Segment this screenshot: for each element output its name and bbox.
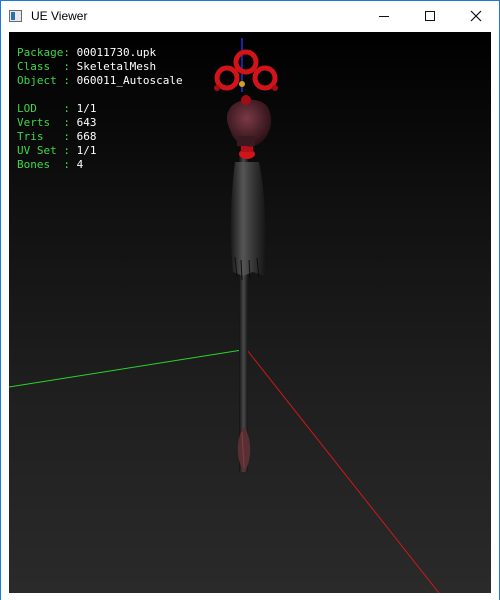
maximize-button[interactable] (407, 1, 453, 31)
mesh-info-key: Object : (17, 74, 77, 87)
mesh-info-value: 4 (76, 158, 84, 171)
mesh-info-value: 1/1 (76, 102, 97, 115)
close-icon (470, 10, 482, 22)
minimize-button[interactable] (361, 1, 407, 31)
mesh-info-row: Class : SkeletalMesh (17, 60, 183, 74)
mesh-info-overlay: Package: 00011730.upk Class : SkeletalMes… (17, 46, 183, 172)
minimize-icon (379, 15, 389, 17)
mesh-info-row: UV Set : 1/1 (17, 144, 183, 158)
staff-bristles (230, 162, 266, 276)
mesh-info-value: SkeletalMesh (76, 60, 157, 73)
mesh-info-value: 00011730.upk (76, 46, 157, 59)
mesh-info-key: Bones : (17, 158, 77, 171)
mesh-info-key: LOD : (17, 102, 77, 115)
mesh-info-key: Class : (17, 60, 77, 73)
maximize-icon (425, 11, 435, 21)
mesh-info-key: UV Set : (17, 144, 77, 157)
ue-viewer-window: UE Viewer Package: 00011730.upk Class: … (0, 0, 500, 600)
mesh-info-row: LOD : 1/1 (17, 102, 183, 116)
title-bar[interactable]: UE Viewer (1, 1, 499, 31)
app-icon (9, 10, 22, 22)
mesh-info-row: Package: 00011730.upk (17, 46, 183, 60)
staff-ornament (214, 49, 278, 91)
mesh-info-row (17, 88, 183, 102)
window-title: UE Viewer (31, 9, 88, 23)
close-button[interactable] (453, 1, 499, 31)
mesh-info-key: Tris : (17, 130, 77, 143)
window-frame-bottom (1, 593, 499, 600)
axis-x-line (246, 349, 440, 593)
3d-viewport[interactable]: Package: 00011730.upk Class : SkeletalMes… (9, 32, 491, 593)
mesh-info-value: 643 (76, 116, 97, 129)
mesh-info-value: 668 (76, 130, 97, 143)
mesh-info-row: Tris : 668 (17, 130, 183, 144)
mesh-info-row: Verts : 643 (17, 116, 183, 130)
mesh-info-row: Bones : 4 (17, 158, 183, 172)
mesh-info-value: 1/1 (76, 144, 97, 157)
mesh-info-key: Verts : (17, 116, 77, 129)
window-frame-left (1, 31, 9, 593)
mesh-info-value: 060011_Autoscale (76, 74, 183, 87)
window-frame-right (491, 31, 499, 593)
mesh-info-row: Object : 060011_Autoscale (17, 74, 183, 88)
axis-y-line (9, 349, 243, 388)
mesh-info-key: Package: (17, 46, 77, 59)
